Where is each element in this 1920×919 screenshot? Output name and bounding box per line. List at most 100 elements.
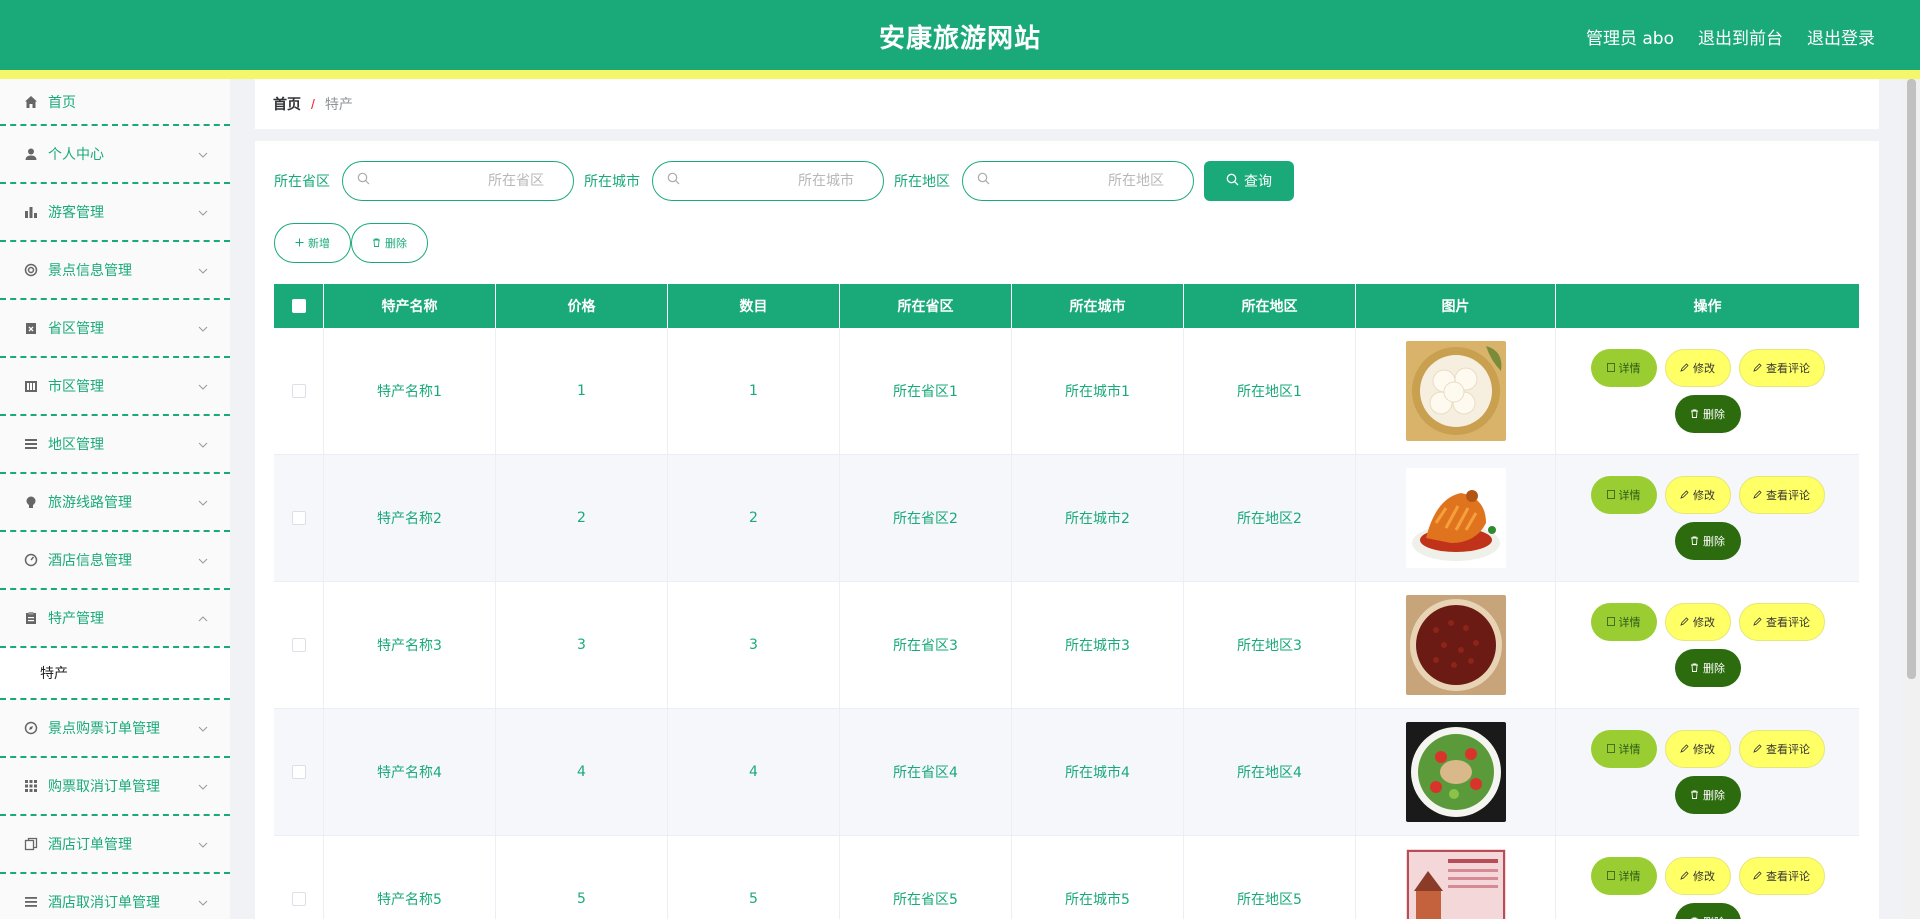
cell-actions: 详情 修改 查看评论 删除 <box>1556 328 1859 454</box>
sidebar-item-cities[interactable]: 市区管理 <box>0 358 230 416</box>
sidebar-item-ticket-orders[interactable]: 景点购票订单管理 <box>0 700 230 758</box>
view-reviews-button[interactable]: 查看评论 <box>1738 349 1825 387</box>
pencil-icon <box>1753 870 1762 883</box>
sidebar-item-ticket-cancellations[interactable]: 购票取消订单管理 <box>0 758 230 816</box>
cell-province: 所在省区2 <box>840 455 1012 581</box>
exit-to-front-link[interactable]: 退出到前台 <box>1698 24 1783 49</box>
cell-city: 所在城市3 <box>1012 582 1184 708</box>
province-input[interactable] <box>370 173 560 189</box>
sidebar-item-label: 游客管理 <box>48 205 104 221</box>
sidebar-item-specialties[interactable]: 特产管理 <box>0 590 230 648</box>
row-actions: 详情 修改 查看评论 删除 <box>1583 730 1833 814</box>
detail-button[interactable]: 详情 <box>1590 730 1657 768</box>
document-icon <box>1606 362 1615 375</box>
cell-district: 所在地区2 <box>1184 455 1356 581</box>
row-select-cell <box>274 836 324 919</box>
sidebar-item-label: 市区管理 <box>48 379 104 395</box>
delete-button[interactable]: 删除 <box>1674 903 1741 919</box>
chevron-up-icon <box>198 609 208 627</box>
review-label: 查看评论 <box>1766 489 1810 502</box>
cell-price: 5 <box>496 836 668 919</box>
view-reviews-button[interactable]: 查看评论 <box>1738 730 1825 768</box>
select-all-checkbox[interactable] <box>291 299 306 313</box>
edit-button[interactable]: 修改 <box>1664 349 1731 387</box>
search-icon <box>977 172 990 190</box>
delete-button[interactable]: 删除 <box>1674 395 1741 433</box>
breadcrumb-current: 特产 <box>324 97 353 113</box>
document-icon <box>1606 743 1615 756</box>
delete-button[interactable]: 删除 <box>1674 649 1741 687</box>
breadcrumb-home[interactable]: 首页 <box>273 94 301 114</box>
review-label: 查看评论 <box>1766 362 1810 375</box>
add-button[interactable]: 新增 <box>274 223 351 263</box>
chevron-down-icon <box>198 435 208 453</box>
sidebar-item-label: 旅游线路管理 <box>48 495 132 511</box>
sidebar-item-label: 酒店信息管理 <box>48 553 132 569</box>
row-checkbox[interactable] <box>291 765 306 779</box>
edit-button[interactable]: 修改 <box>1664 603 1731 641</box>
cell-district: 所在地区1 <box>1184 328 1356 454</box>
cell-price: 2 <box>496 455 668 581</box>
row-actions: 详情 修改 查看评论 删除 <box>1583 349 1833 433</box>
search-bar: 所在省区 所在城市 所在地区 查询 <box>274 161 1294 201</box>
trash-icon <box>372 237 381 250</box>
city-input[interactable] <box>680 173 870 189</box>
sidebar-item-districts[interactable]: 地区管理 <box>0 416 230 474</box>
view-reviews-button[interactable]: 查看评论 <box>1738 857 1825 895</box>
chevron-down-icon <box>198 777 208 795</box>
row-checkbox[interactable] <box>291 892 306 906</box>
district-search-field <box>962 161 1194 201</box>
view-reviews-button[interactable]: 查看评论 <box>1738 476 1825 514</box>
pencil-icon <box>1680 616 1689 629</box>
cell-count: 4 <box>668 709 840 835</box>
vertical-scrollbar[interactable] <box>1903 79 1920 919</box>
breadcrumb-separator: / <box>311 96 315 112</box>
district-input[interactable] <box>990 173 1180 189</box>
cell-province: 所在省区5 <box>840 836 1012 919</box>
sidebar-item-provinces[interactable]: 省区管理 <box>0 300 230 358</box>
pencil-icon <box>1680 870 1689 883</box>
sidebar-item-hotels[interactable]: 酒店信息管理 <box>0 532 230 590</box>
sidebar-item-routes[interactable]: 旅游线路管理 <box>0 474 230 532</box>
document-icon <box>1606 616 1615 629</box>
edit-button[interactable]: 修改 <box>1664 730 1731 768</box>
row-checkbox[interactable] <box>291 638 306 652</box>
sidebar-subitem-specialty[interactable]: 特产 <box>0 648 230 700</box>
table-row: 特产名称5 5 5 所在省区5 所在城市5 所在地区5 详情 修改 查看评论 删… <box>274 836 1859 919</box>
detail-button[interactable]: 详情 <box>1590 476 1657 514</box>
sidebar-item-personal-center[interactable]: 个人中心 <box>0 126 230 184</box>
delete-button[interactable]: 删除 <box>1674 522 1741 560</box>
cell-image <box>1356 709 1556 835</box>
sidebar-item-scenic-spots[interactable]: 景点信息管理 <box>0 242 230 300</box>
search-icon <box>667 172 680 190</box>
chevron-down-icon <box>198 893 208 911</box>
row-checkbox[interactable] <box>291 384 306 398</box>
sidebar-item-label: 特产管理 <box>48 611 104 627</box>
compass-icon <box>22 719 40 737</box>
top-header: 安康旅游网站 管理员 abo 退出到前台 退出登录 <box>0 0 1920 70</box>
query-button[interactable]: 查询 <box>1204 161 1294 201</box>
sidebar-item-home[interactable]: 首页 <box>0 79 230 126</box>
edit-button[interactable]: 修改 <box>1664 476 1731 514</box>
row-checkbox[interactable] <box>291 511 306 525</box>
edit-button[interactable]: 修改 <box>1664 857 1731 895</box>
column-header-price: 价格 <box>496 284 668 328</box>
braised-fish-image <box>1405 468 1506 568</box>
detail-button[interactable]: 详情 <box>1590 603 1657 641</box>
view-reviews-button[interactable]: 查看评论 <box>1738 603 1825 641</box>
sidebar-item-hotel-cancellations[interactable]: 酒店取消订单管理 <box>0 874 230 919</box>
batch-delete-button[interactable]: 删除 <box>351 223 428 263</box>
logout-link[interactable]: 退出登录 <box>1807 24 1875 49</box>
sidebar-item-hotel-orders[interactable]: 酒店订单管理 <box>0 816 230 874</box>
scrollbar-thumb[interactable] <box>1907 79 1916 679</box>
trash-icon <box>1690 789 1699 802</box>
cell-actions: 详情 修改 查看评论 删除 <box>1556 836 1859 919</box>
chevron-down-icon <box>198 145 208 163</box>
delete-button[interactable]: 删除 <box>1674 776 1741 814</box>
sidebar-item-tourists[interactable]: 游客管理 <box>0 184 230 242</box>
clipboard-icon <box>22 609 40 627</box>
user-icon <box>22 145 40 163</box>
detail-button[interactable]: 详情 <box>1590 349 1657 387</box>
pencil-icon <box>1753 616 1762 629</box>
detail-button[interactable]: 详情 <box>1590 857 1657 895</box>
